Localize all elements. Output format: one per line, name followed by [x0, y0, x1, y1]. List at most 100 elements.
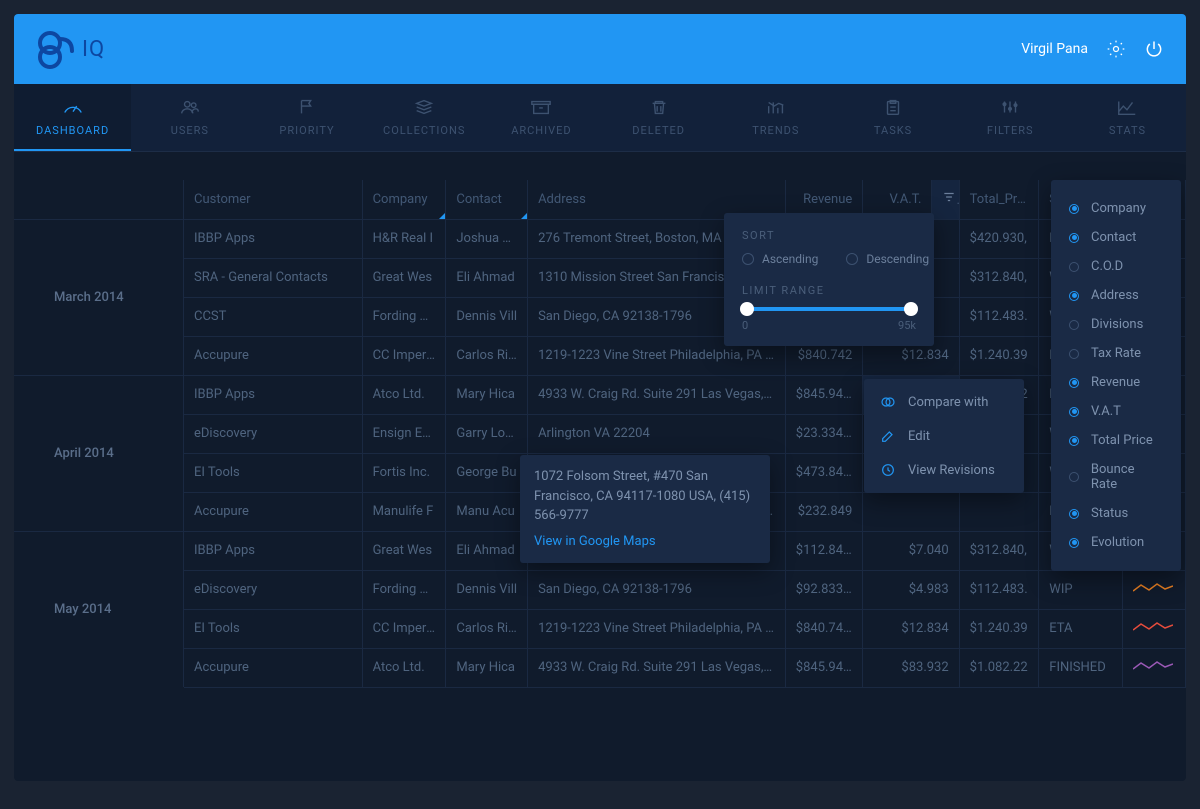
radio-icon — [1069, 320, 1079, 330]
cell-revenue: $845.948, — [785, 375, 863, 414]
range-slider[interactable]: 0 95k — [742, 307, 916, 332]
table-row[interactable]: SRA - General ContactsGreat WesEli Ahmad… — [184, 258, 1186, 297]
edit-icon — [880, 428, 896, 444]
range-max: 95k — [898, 319, 916, 332]
cell-customer: Accupure — [184, 492, 362, 531]
cell-spark — [1123, 570, 1186, 609]
table-row[interactable]: IBBP AppsH&R Real IJoshua O'N276 Tremont… — [184, 219, 1186, 258]
column-option[interactable]: Revenue — [1051, 368, 1181, 397]
column-option[interactable]: Status — [1051, 499, 1181, 528]
cell-company: Atco Ltd. — [362, 375, 446, 414]
nav-deleted[interactable]: DELETED — [600, 84, 717, 151]
nav-dashboard[interactable]: DASHBOARD — [14, 84, 131, 151]
sort-popover: SORT Ascending Descending LIMIT RANGE 0 … — [724, 213, 934, 346]
sort-descending[interactable]: Descending — [846, 252, 929, 266]
nav-filters[interactable]: FILTERS — [952, 84, 1069, 151]
cell-address: San Diego, CA 92138-1796 — [528, 570, 786, 609]
app-shell: IQ Virgil Pana DASHBOARD USERS PRIORITY — [14, 14, 1186, 781]
nav-stats[interactable]: STATS — [1069, 84, 1186, 151]
content: March 2014 April 2014 May 2014 Customer … — [14, 152, 1186, 688]
nav-priority[interactable]: PRIORITY — [248, 84, 365, 151]
cell-total: $420.930, — [959, 219, 1039, 258]
radio-icon — [1069, 233, 1079, 243]
nav-label: DELETED — [632, 124, 685, 137]
ctx-revisions[interactable]: View Revisions — [864, 453, 1024, 487]
table-row[interactable]: IBBP AppsAtco Ltd.Mary Hica4933 W. Craig… — [184, 375, 1186, 414]
cell-company: CC Imperia — [362, 336, 446, 375]
sort-ascending[interactable]: Ascending — [742, 252, 818, 266]
ctx-edit[interactable]: Edit — [864, 419, 1024, 453]
col-filter-icon[interactable] — [932, 180, 959, 219]
compare-icon — [880, 394, 896, 410]
radio-icon — [1069, 378, 1079, 388]
cell-total: $1.240.39 — [959, 609, 1039, 648]
view-in-maps-link[interactable]: View in Google Maps — [534, 532, 756, 552]
cell-spark — [1123, 609, 1186, 648]
cell-company: Ensign Ene — [362, 414, 446, 453]
table-header-row: Customer Company Contact Address Revenue… — [184, 180, 1186, 219]
radio-icon — [1069, 349, 1079, 359]
cell-contact: Mary Hica — [446, 375, 528, 414]
username[interactable]: Virgil Pana — [1021, 41, 1088, 57]
ctx-compare[interactable]: Compare with — [864, 385, 1024, 419]
col-contact[interactable]: Contact — [446, 180, 528, 219]
column-option[interactable]: Address — [1051, 281, 1181, 310]
cell-customer: Accupure — [184, 648, 362, 687]
table-row[interactable]: eDiscoveryEnsign EneGarry LockArlington … — [184, 414, 1186, 453]
cell-address: 1219-1223 Vine Street Philadelphia, PA 1… — [528, 609, 786, 648]
radio-icon — [1069, 204, 1079, 214]
column-option[interactable]: Total Price — [1051, 426, 1181, 455]
cell-customer: eDiscovery — [184, 414, 362, 453]
cell-vat: $83.932 — [863, 648, 959, 687]
nav-users[interactable]: USERS — [131, 84, 248, 151]
col-customer[interactable]: Customer — [184, 180, 362, 219]
topbar-right: Virgil Pana — [1021, 39, 1164, 59]
cell-customer: SRA - General Contacts — [184, 258, 362, 297]
column-option[interactable]: Company — [1051, 194, 1181, 223]
nav-collections[interactable]: COLLECTIONS — [366, 84, 483, 151]
cell-vat: $7.040 — [863, 531, 959, 570]
cell-vat — [863, 492, 959, 531]
nav-label: STATS — [1109, 124, 1146, 137]
cell-customer: IBBP Apps — [184, 219, 362, 258]
radio-icon — [1069, 436, 1079, 446]
power-icon[interactable] — [1144, 39, 1164, 59]
month-column: March 2014 April 2014 May 2014 — [14, 180, 184, 688]
nav-label: PRIORITY — [279, 124, 334, 137]
range-min: 0 — [742, 319, 748, 332]
column-option[interactable]: Divisions — [1051, 310, 1181, 339]
cell-revenue: $840.742, — [785, 609, 863, 648]
cell-contact: Dennis Vill — [446, 297, 528, 336]
col-total-price[interactable]: Total_Price — [959, 180, 1039, 219]
column-option[interactable]: V.A.T — [1051, 397, 1181, 426]
column-option[interactable]: C.O.D — [1051, 252, 1181, 281]
nav-label: USERS — [171, 124, 209, 137]
nav-trends[interactable]: TRENDS — [717, 84, 834, 151]
table-row[interactable]: CCSTFording FieDennis VillSan Diego, CA … — [184, 297, 1186, 336]
table-row[interactable]: eDiscoveryFording FieDennis VillSan Dieg… — [184, 570, 1186, 609]
nav-tasks[interactable]: TASKS — [834, 84, 951, 151]
cell-revenue: $92.833,9 — [785, 570, 863, 609]
column-option[interactable]: Tax Rate — [1051, 339, 1181, 368]
nav-archived[interactable]: ARCHIVED — [483, 84, 600, 151]
logo-mark-icon — [36, 29, 78, 69]
table-row[interactable]: AccupureCC ImperiaCarlos Rica1219-1223 V… — [184, 336, 1186, 375]
cell-contact: Garry Lock — [446, 414, 528, 453]
cell-revenue: $473.843, — [785, 453, 863, 492]
cell-company: Fording Fie — [362, 297, 446, 336]
table-row[interactable]: AccupureAtco Ltd.Mary Hica4933 W. Craig … — [184, 648, 1186, 687]
cell-status: FINISHED — [1039, 648, 1123, 687]
col-company[interactable]: Company — [362, 180, 446, 219]
cell-company: H&R Real I — [362, 219, 446, 258]
cell-contact: Dennis Vill — [446, 570, 528, 609]
settings-icon[interactable] — [1106, 39, 1126, 59]
table-row[interactable]: EI ToolsCC ImperiaCarlos Rica1219-1223 V… — [184, 609, 1186, 648]
cell-company: CC Imperia — [362, 609, 446, 648]
column-option[interactable]: Bounce Rate — [1051, 455, 1181, 499]
radio-icon — [1069, 262, 1079, 272]
column-option[interactable]: Evolution — [1051, 528, 1181, 557]
logo: IQ — [36, 29, 105, 69]
cell-customer: CCST — [184, 297, 362, 336]
cell-company: Atco Ltd. — [362, 648, 446, 687]
column-option[interactable]: Contact — [1051, 223, 1181, 252]
